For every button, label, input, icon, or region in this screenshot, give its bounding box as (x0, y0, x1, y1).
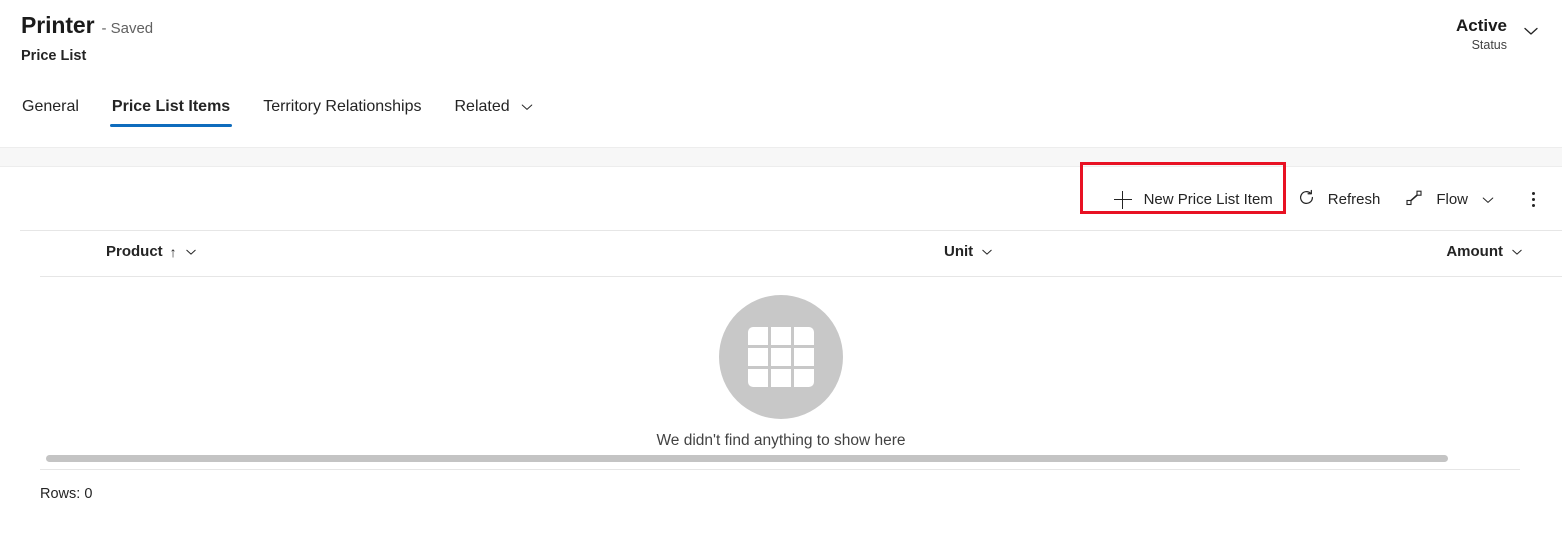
table-grid-glyph (748, 327, 814, 387)
tab-related[interactable]: Related (454, 88, 534, 116)
record-entity-name: Price List (21, 48, 87, 64)
section-divider-band (0, 147, 1562, 167)
tab-territory-relationships[interactable]: Territory Relationships (263, 88, 421, 116)
table-grid-icon (719, 295, 843, 419)
column-header-unit-label: Unit (944, 243, 974, 260)
status-texts: Active Status (1456, 15, 1507, 54)
tab-price-list-items[interactable]: Price List Items (109, 88, 233, 127)
footer-divider (40, 469, 1520, 470)
grid-header: Product ↑ Unit Amount (0, 231, 1562, 276)
plus-icon (1113, 190, 1132, 209)
column-header-unit[interactable]: Unit (944, 243, 994, 260)
flow-button[interactable]: Flow (1392, 178, 1508, 222)
new-price-list-item-label: New Price List Item (1143, 191, 1273, 208)
tab-general-label: General (22, 98, 79, 115)
column-header-product[interactable]: Product ↑ (106, 243, 198, 260)
refresh-button[interactable]: Refresh (1285, 178, 1393, 221)
tab-general[interactable]: General (22, 88, 79, 116)
column-header-amount-label: Amount (1446, 243, 1503, 260)
flow-icon (1404, 188, 1424, 212)
horizontal-scrollbar-thumb[interactable] (46, 455, 1448, 462)
record-header: Printer - Saved Price List Active Status (0, 0, 1562, 88)
sort-ascending-icon: ↑ (169, 243, 177, 260)
page-title: Printer (21, 12, 95, 38)
chevron-down-icon[interactable] (1521, 21, 1541, 41)
row-count-label: Rows: 0 (40, 486, 93, 502)
new-price-list-item-button[interactable]: New Price List Item (1109, 181, 1285, 219)
tab-strip: General Price List Items Territory Relat… (0, 88, 1562, 147)
status-badge: Active (1455, 16, 1507, 35)
chevron-down-icon[interactable] (1510, 245, 1524, 259)
chevron-down-icon[interactable] (1480, 192, 1496, 208)
command-bar: New Price List Item Refresh Flow (0, 161, 1562, 231)
column-header-product-label: Product (106, 243, 163, 260)
chevron-down-icon[interactable] (980, 245, 994, 259)
grid-header-divider (40, 276, 1562, 277)
empty-state: We didn't find anything to show here (0, 295, 1562, 450)
horizontal-scrollbar[interactable] (0, 452, 1562, 464)
refresh-icon (1297, 188, 1316, 211)
refresh-label: Refresh (1327, 191, 1381, 208)
saved-state-text: - Saved (101, 20, 154, 37)
tab-territory-relationships-label: Territory Relationships (263, 98, 422, 115)
tab-related-label: Related (454, 98, 510, 115)
new-price-list-item-wrapper: New Price List Item (1079, 161, 1286, 219)
status-block[interactable]: Active Status (1456, 15, 1541, 54)
chevron-down-icon[interactable] (519, 99, 535, 115)
empty-state-message: We didn't find anything to show here (656, 432, 906, 449)
more-vertical-icon[interactable] (1518, 184, 1548, 216)
record-title-line: Printer - Saved (21, 14, 153, 37)
flow-label: Flow (1436, 191, 1468, 208)
tab-price-list-items-label: Price List Items (111, 98, 231, 115)
status-field-label: Status (1471, 38, 1507, 53)
record-title-block: Printer - Saved Price List (21, 14, 153, 65)
chevron-down-icon[interactable] (184, 245, 198, 259)
column-header-amount[interactable]: Amount (1446, 243, 1524, 260)
